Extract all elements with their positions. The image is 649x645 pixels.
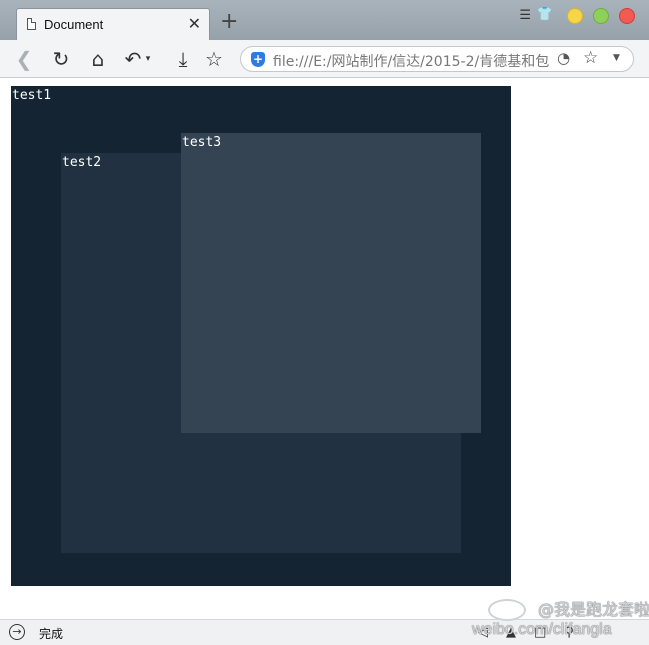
reload-icon[interactable]: ↻ (48, 46, 74, 72)
minimize-button[interactable] (567, 8, 583, 24)
box-label: test2 (62, 155, 102, 170)
document-icon (27, 18, 36, 30)
home-icon[interactable]: ⌂ (85, 46, 111, 72)
speedometer-icon[interactable]: ◔ (557, 49, 570, 67)
star-icon[interactable]: ☆ (201, 46, 227, 72)
plus-icon[interactable]: + (220, 11, 238, 33)
page-content: test1 test2 test3 (0, 78, 649, 619)
menu-icon[interactable]: ☰ (519, 8, 531, 23)
watermark-url: weibo.com/clifangla (472, 621, 612, 638)
url-text[interactable]: file:///E:/网站制作/信达/2015-2/肯德基和包 (273, 51, 551, 71)
box-label: test1 (12, 88, 52, 103)
tab-strip: Document ✕ + ☰ 👕 (0, 0, 649, 40)
navigation-toolbar: ❮ ↻ ⌂ ↶ ▾ ⤓ ☆ + file:///E:/网站制作/信达/2015-… (0, 40, 649, 78)
back-arrow-icon[interactable]: ❮ (11, 46, 37, 72)
close-icon[interactable]: ✕ (188, 14, 201, 34)
watermark: @我是跑龙套啦 weibo.com/clifangla (472, 597, 649, 643)
tab-document[interactable]: Document ✕ (16, 8, 210, 40)
chevron-down-icon[interactable]: ▾ (142, 46, 154, 72)
shield-icon: + (251, 52, 265, 67)
shirt-icon[interactable]: 👕 (537, 7, 553, 22)
weibo-logo-icon (488, 599, 526, 621)
tab-title: Document (44, 17, 104, 32)
maximize-button[interactable] (593, 8, 609, 24)
chevron-down-icon[interactable]: ▼ (613, 53, 620, 63)
box-test3: test3 (181, 133, 481, 433)
download-icon[interactable]: ⤓ (170, 46, 196, 72)
arrow-right-circle-icon: → (9, 624, 25, 640)
close-window-button[interactable] (619, 8, 635, 24)
box-label: test3 (182, 135, 222, 150)
bookmark-star-icon[interactable]: ☆ (583, 48, 598, 68)
watermark-handle: @我是跑龙套啦 (538, 600, 649, 619)
browser-window: Document ✕ + ☰ 👕 ❮ ↻ ⌂ ↶ ▾ ⤓ ☆ + file://… (0, 0, 649, 645)
address-bar[interactable]: + file:///E:/网站制作/信达/2015-2/肯德基和包 ◔ ☆ ▼ (240, 46, 634, 72)
status-text: 完成 (39, 627, 64, 641)
